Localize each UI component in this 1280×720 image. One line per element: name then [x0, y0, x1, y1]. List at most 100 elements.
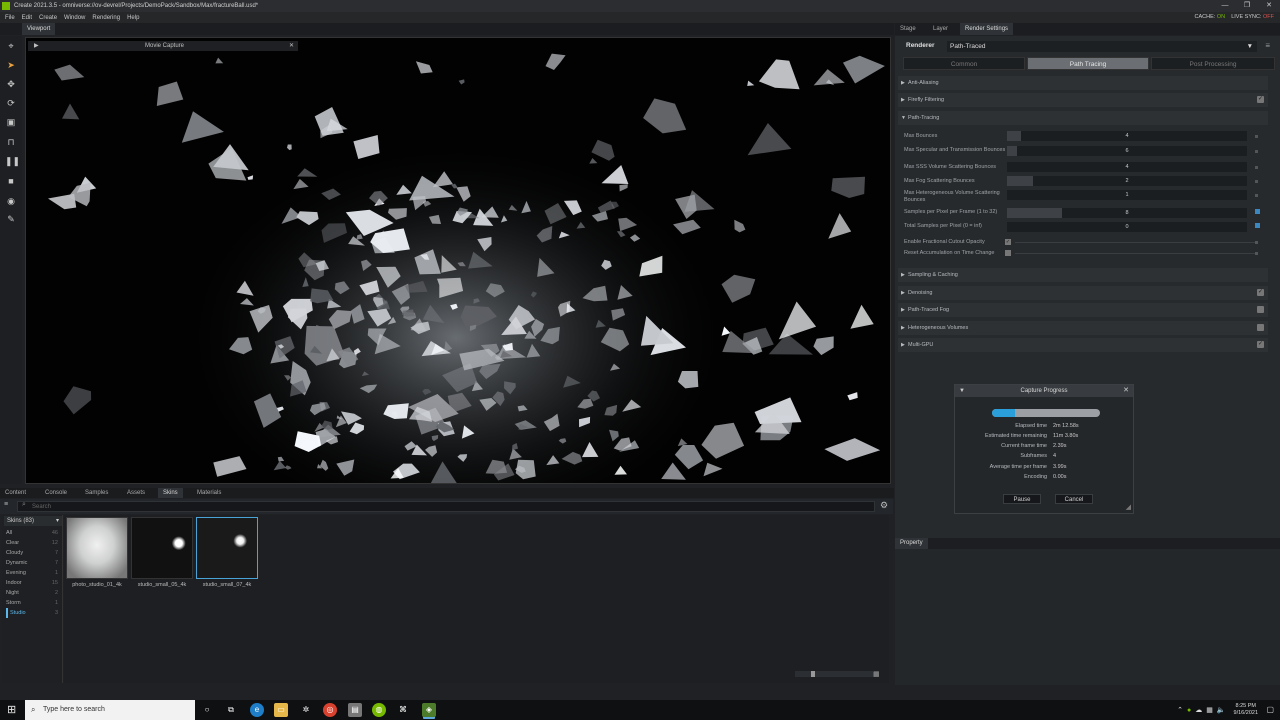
list-item[interactable]: Clear 12: [6, 538, 60, 548]
settings-app-icon[interactable]: ✲: [299, 703, 313, 717]
max-bounces-slider[interactable]: 4: [1007, 131, 1247, 141]
search-input[interactable]: Search: [17, 501, 875, 512]
skin-thumbnail[interactable]: [196, 517, 258, 579]
reset-icon[interactable]: [1255, 166, 1258, 169]
skin-thumbnail[interactable]: [131, 517, 193, 579]
menu-window[interactable]: Window: [64, 15, 85, 21]
section-anti-aliasing[interactable]: ▶ Anti-Aliasing: [898, 76, 1268, 90]
section-heterogeneous-volumes[interactable]: ▶ Heterogeneous Volumes: [898, 321, 1268, 335]
nvidia-tray-icon[interactable]: ●: [1187, 707, 1191, 714]
tab-assets[interactable]: Assets: [122, 488, 150, 498]
subtab-post-processing[interactable]: Post Processing: [1151, 57, 1275, 70]
pause-icon[interactable]: ❚❚: [5, 155, 20, 167]
section-sampling-caching[interactable]: ▶ Sampling & Caching: [898, 268, 1268, 282]
omniverse-create-icon[interactable]: ◈: [422, 703, 436, 717]
play-icon[interactable]: ▶: [34, 41, 39, 51]
hamburger-menu-icon[interactable]: ≡: [1265, 41, 1270, 50]
skins-dropdown[interactable]: Skins (83) ▾: [4, 516, 62, 526]
section-firefly-filtering[interactable]: ▶ Firefly Filtering ✓: [898, 93, 1268, 107]
subtab-common[interactable]: Common: [903, 57, 1025, 70]
checkbox-unchecked-icon[interactable]: [1257, 324, 1264, 331]
reset-icon[interactable]: [1255, 209, 1260, 214]
reset-icon[interactable]: [1255, 194, 1258, 197]
tab-samples[interactable]: Samples: [80, 488, 113, 498]
camera-icon[interactable]: ◉: [5, 195, 17, 207]
spp-per-frame-slider[interactable]: 8: [1007, 208, 1247, 218]
stop-icon[interactable]: ■: [5, 175, 17, 187]
onedrive-icon[interactable]: ☁: [1195, 706, 1202, 714]
gear-icon[interactable]: ⚙: [880, 500, 888, 511]
list-item[interactable]: Night 2: [6, 588, 60, 598]
list-item[interactable]: All 46: [6, 528, 60, 538]
resize-grip-icon[interactable]: ◢: [1126, 503, 1131, 511]
subtab-path-tracing[interactable]: Path Tracing: [1027, 57, 1149, 70]
section-multi-gpu[interactable]: ▶ Multi-GPU ✓: [898, 338, 1268, 352]
menu-rendering[interactable]: Rendering: [92, 15, 120, 21]
max-hetero-slider[interactable]: 1: [1007, 190, 1247, 200]
menu-help[interactable]: Help: [127, 15, 139, 21]
reset-icon[interactable]: [1255, 241, 1258, 244]
tab-stage[interactable]: Stage: [895, 23, 921, 35]
brush-icon[interactable]: ✎: [5, 213, 17, 225]
close-icon[interactable]: ✕: [289, 41, 294, 51]
volume-icon[interactable]: 🔈: [1217, 706, 1226, 714]
list-item[interactable]: Evening 1: [6, 568, 60, 578]
scale-icon[interactable]: ▣: [5, 116, 17, 128]
total-spp-slider[interactable]: 0: [1007, 222, 1247, 232]
app-window-icon[interactable]: ▤: [348, 703, 362, 717]
list-item[interactable]: Cloudy 7: [6, 548, 60, 558]
skin-thumbnail[interactable]: [66, 517, 128, 579]
renderer-select[interactable]: Path-Traced ▼: [947, 41, 1257, 52]
menu-create[interactable]: Create: [39, 15, 57, 21]
close-icon[interactable]: ✕: [1123, 385, 1129, 397]
menu-edit[interactable]: Edit: [22, 15, 32, 21]
section-path-tracing[interactable]: ▼ Path-Tracing: [898, 111, 1268, 125]
tab-viewport[interactable]: Viewport: [22, 23, 56, 35]
max-fog-slider[interactable]: 2: [1007, 176, 1247, 186]
live-sync-value[interactable]: OFF: [1263, 14, 1274, 20]
tab-skins[interactable]: Skins: [158, 488, 183, 498]
fractional-cutout-checkbox[interactable]: ✓: [1005, 239, 1011, 245]
max-specular-slider[interactable]: 6: [1007, 146, 1247, 156]
maximize-button[interactable]: ❐: [1236, 0, 1258, 12]
tray-chevron-icon[interactable]: ⌃: [1177, 706, 1183, 714]
cache-value[interactable]: ON: [1217, 14, 1225, 20]
minimize-button[interactable]: —: [1214, 0, 1236, 12]
list-item[interactable]: Indoor 15: [6, 578, 60, 588]
tab-property[interactable]: Property: [895, 538, 928, 549]
list-item[interactable]: Dynamic 7: [6, 558, 60, 568]
checkbox-checked-icon[interactable]: ✓: [1257, 96, 1264, 103]
checkbox-unchecked-icon[interactable]: [1257, 306, 1264, 313]
filter-icon[interactable]: ≡: [4, 501, 8, 508]
code-editor-icon[interactable]: ⌘: [396, 703, 410, 717]
slider-knob[interactable]: [811, 671, 815, 677]
file-explorer-icon[interactable]: ▭: [274, 703, 288, 717]
section-path-traced-fog[interactable]: ▶ Path-Traced Fog: [898, 303, 1268, 317]
edge-browser-icon[interactable]: e: [250, 703, 264, 717]
task-view-icon[interactable]: ⧉: [224, 703, 238, 717]
list-item[interactable]: Storm 1: [6, 598, 60, 608]
tab-console[interactable]: Console: [40, 488, 72, 498]
reset-icon[interactable]: [1255, 150, 1258, 153]
list-item[interactable]: Studio 3: [6, 608, 60, 618]
magnet-icon[interactable]: ⊓: [5, 136, 17, 148]
pause-button[interactable]: Pause: [1003, 494, 1041, 504]
collapse-icon[interactable]: ▼: [959, 385, 965, 397]
thumbnail-size-slider[interactable]: [795, 671, 873, 677]
tab-content[interactable]: Content: [0, 488, 31, 498]
chrome-browser-icon[interactable]: ◎: [323, 703, 337, 717]
rotate-icon[interactable]: ⟳: [5, 97, 17, 109]
omniverse-launcher-icon[interactable]: ◍: [372, 703, 386, 717]
windows-start-icon[interactable]: ⊞: [7, 704, 16, 716]
section-denoising[interactable]: ▶ Denoising ✓: [898, 286, 1268, 300]
network-icon[interactable]: ▦: [1206, 706, 1213, 714]
reset-icon[interactable]: [1255, 252, 1258, 255]
max-sss-slider[interactable]: 4: [1007, 162, 1247, 172]
reset-icon[interactable]: [1255, 135, 1258, 138]
reset-accumulation-checkbox[interactable]: [1005, 250, 1011, 256]
move-icon[interactable]: ✥: [5, 78, 17, 90]
grid-view-icon[interactable]: ▦: [873, 671, 881, 678]
tab-materials[interactable]: Materials: [192, 488, 226, 498]
notification-icon[interactable]: ▢: [1266, 705, 1274, 714]
taskbar-clock[interactable]: 8:25 PM 9/16/2021: [1234, 703, 1258, 717]
